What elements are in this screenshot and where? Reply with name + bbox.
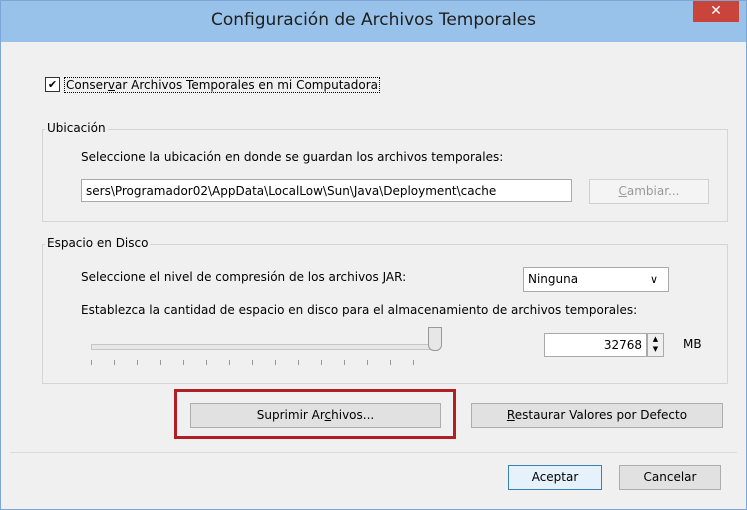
location-group: Ubicación Seleccione la ubicación en don… (42, 121, 728, 222)
keep-files-label-text: Conser (66, 78, 108, 92)
dialog-window: Configuración de Archivos Temporales ✕ ✔… (0, 0, 747, 510)
check-icon: ✔ (47, 78, 58, 91)
disk-space-unit: MB (683, 337, 702, 351)
location-path-field[interactable]: sers\Programador02\AppData\LocalLow\Sun\… (81, 179, 572, 202)
highlight-box (174, 389, 456, 439)
cancel-button[interactable]: Cancelar (619, 465, 721, 490)
compression-prompt: Seleccione el nivel de compresión de los… (81, 270, 407, 284)
dialog-title: Configuración de Archivos Temporales (211, 10, 536, 30)
keep-files-label-text-rest: ar Archivos Temporales en mi Computadora (115, 78, 379, 92)
dialog-footer: Aceptar Cancelar (10, 452, 737, 501)
keep-files-label[interactable]: Conservar Archivos Temporales en mi Comp… (64, 77, 381, 93)
disk-space-slider-thumb[interactable] (428, 327, 442, 351)
disk-space-input[interactable]: 32768 (544, 333, 647, 357)
disk-space-prompt: Establezca la cantidad de espacio en dis… (81, 303, 638, 317)
keep-files-checkbox[interactable]: ✔ (45, 77, 60, 92)
compression-value: Ninguna (528, 272, 579, 286)
close-icon: ✕ (710, 3, 722, 19)
restore-text-rest: estaurar Valores por Defecto (514, 408, 688, 422)
compression-select[interactable]: Ninguna ∨ (523, 267, 669, 292)
disk-space-group: Espacio en Disco Seleccione el nivel de … (42, 236, 728, 384)
close-button[interactable]: ✕ (693, 1, 739, 22)
chevron-down-icon: ∨ (649, 273, 658, 286)
spinner-arrows-icon[interactable]: ▲ ▼ (647, 333, 664, 357)
change-accelerator: C (618, 184, 627, 198)
change-text-rest: ambiar... (626, 184, 680, 198)
restore-accelerator: R (506, 408, 515, 422)
disk-space-slider-track[interactable] (91, 344, 438, 350)
disk-space-group-title: Espacio en Disco (45, 236, 151, 250)
change-location-button[interactable]: Cambiar... (589, 179, 709, 204)
location-group-title: Ubicación (45, 121, 108, 135)
keep-files-accelerator: v (107, 78, 116, 92)
restore-defaults-button[interactable]: Restaurar Valores por Defecto (471, 403, 723, 428)
dialog-content: ✔ Conservar Archivos Temporales en mi Co… (10, 42, 737, 452)
disk-space-slider-ticks (91, 360, 436, 365)
title-bar[interactable]: Configuración de Archivos Temporales ✕ (1, 1, 746, 42)
location-prompt: Seleccione la ubicación en donde se guar… (81, 150, 504, 164)
ok-button[interactable]: Aceptar (508, 465, 602, 490)
